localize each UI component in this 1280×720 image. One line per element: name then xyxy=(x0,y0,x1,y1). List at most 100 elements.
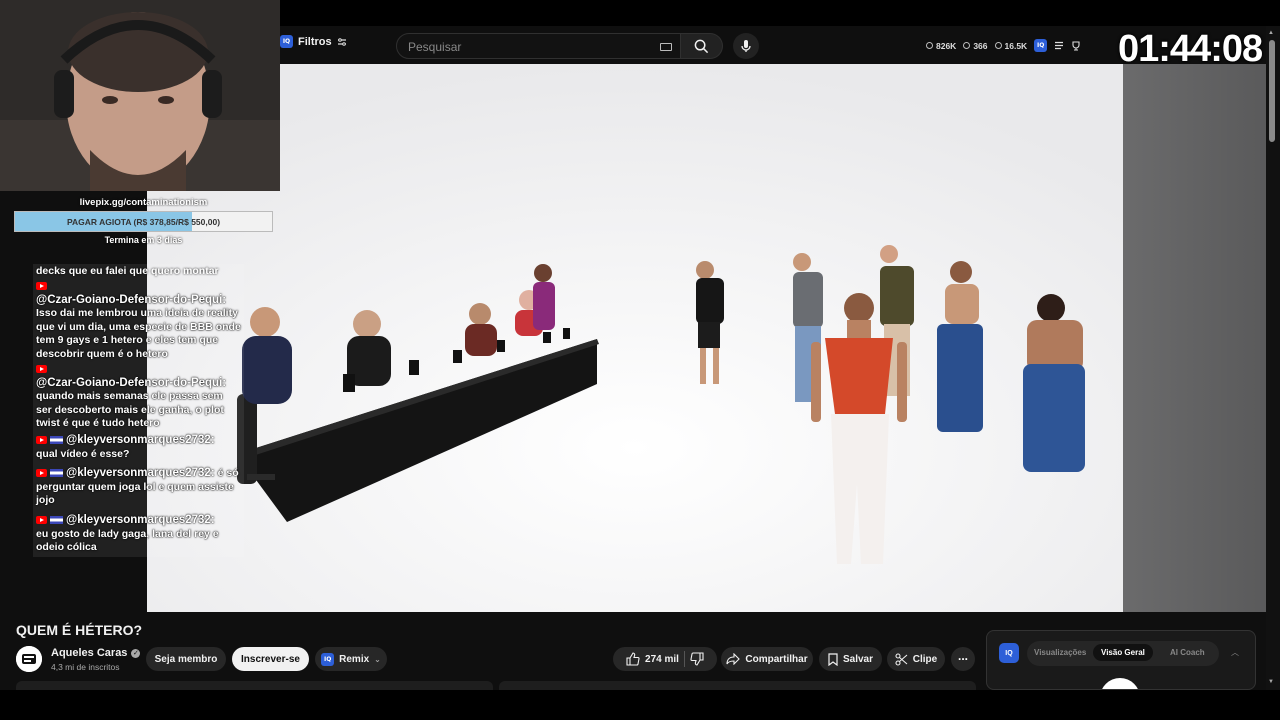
chat-username: @Czar-Goiano-Defensor-do-Pequi: xyxy=(36,376,227,389)
youtube-icon xyxy=(36,516,47,525)
chat-text: qual vídeo é esse? xyxy=(36,447,130,460)
channel-name[interactable]: Aqueles Caras ✓ xyxy=(51,647,141,659)
youtube-icon xyxy=(36,282,47,291)
dislike-button[interactable] xyxy=(690,652,704,666)
remix-label: Remix xyxy=(339,653,370,665)
like-count: 274 mil xyxy=(645,653,679,665)
search-icon xyxy=(694,39,709,53)
scrollbar-thumb[interactable] xyxy=(1269,40,1275,142)
chevron-up-icon[interactable]: ︿ xyxy=(1231,647,1239,658)
chat-username: @kleyversonmarques2732: xyxy=(66,514,215,526)
trophy-icon[interactable] xyxy=(1071,40,1081,51)
scroll-up-icon[interactable]: ▲ xyxy=(1268,30,1274,36)
join-button[interactable]: Seja membro xyxy=(146,647,226,671)
stat-other-value: 16.5K xyxy=(1004,40,1028,51)
filters-label: Filtros xyxy=(298,35,332,48)
stat-views-value: 826K xyxy=(936,40,957,51)
save-button[interactable]: Salvar xyxy=(819,647,882,671)
channel-logo-icon xyxy=(16,646,42,672)
menu-lines-icon[interactable] xyxy=(1054,41,1064,50)
donation-goal-text: PAGAR AGIOTA (R$ 378,85/R$ 550,00) xyxy=(66,217,221,227)
youtube-header: IQ Filtros Pesquisar 826K 366 16.5K IQ xyxy=(270,26,1266,64)
video-side-panel xyxy=(1123,64,1266,612)
verified-icon: ✓ xyxy=(131,648,141,658)
microphone-icon xyxy=(741,40,751,52)
iq-extension-icon[interactable]: IQ xyxy=(1034,39,1048,52)
filters-button[interactable]: IQ Filtros xyxy=(280,35,347,48)
chat-text: Isso dai me lembrou uma ideia de reality… xyxy=(36,307,241,360)
share-icon xyxy=(726,653,741,665)
youtube-icon xyxy=(36,469,47,478)
more-actions-button[interactable]: ... xyxy=(951,647,975,671)
clip-button[interactable]: Clipe xyxy=(887,647,945,671)
chat-text: quando mais semanas ele passa sem ser de… xyxy=(36,390,224,429)
flag-icon xyxy=(50,469,63,478)
chat-message: @kleyversonmarques2732: qual vídeo é ess… xyxy=(36,434,241,461)
video-player[interactable] xyxy=(147,64,1123,612)
remix-button[interactable]: IQ Remix ⌄ xyxy=(315,647,387,671)
channel-avatar[interactable] xyxy=(16,646,42,672)
like-divider xyxy=(683,651,685,667)
search-placeholder: Pesquisar xyxy=(408,40,462,54)
chat-text: eu gosto de lady gaga, lana del rey e od… xyxy=(36,527,219,554)
share-label: Compartilhar xyxy=(745,653,808,665)
youtube-icon xyxy=(36,436,47,445)
recommendation-card[interactable] xyxy=(16,681,493,690)
sliders-icon xyxy=(337,37,346,46)
keyboard-icon[interactable] xyxy=(660,43,672,51)
clock-icon xyxy=(926,42,933,49)
voice-search-button[interactable] xyxy=(733,33,759,59)
subscribe-button[interactable]: Inscrever-se xyxy=(232,647,309,671)
youtube-icon xyxy=(36,365,47,374)
iq-logo-icon: IQ xyxy=(280,35,293,48)
streamer-webcam xyxy=(0,0,280,191)
tab-visualizacoes[interactable]: Visualizações xyxy=(1034,648,1086,657)
flag-icon xyxy=(50,436,63,445)
thumbs-down-icon xyxy=(690,652,704,666)
channel-stats: 826K 366 16.5K IQ xyxy=(926,39,1081,52)
donation-ends-text: Termina em 3 dias xyxy=(104,235,183,245)
join-label: Seja membro xyxy=(154,653,218,665)
stat-views: 826K xyxy=(926,41,956,51)
donation-goal-bar: PAGAR AGIOTA (R$ 378,85/R$ 550,00) xyxy=(14,211,273,232)
chat-message: @Czar-Goiano-Defensor-do-Pequi: quando m… xyxy=(36,363,241,431)
recommendation-card[interactable] xyxy=(499,681,976,690)
stat-watching: 366 xyxy=(963,41,988,51)
share-button[interactable]: Compartilhar xyxy=(721,647,813,671)
video-frame xyxy=(147,64,1123,612)
chat-partial-message: decks que eu falei que quero montar xyxy=(36,265,219,277)
iq-panel-logo-icon: IQ xyxy=(999,643,1019,663)
chat-message: @kleyversonmarques2732: eu gosto de lady… xyxy=(36,514,241,555)
bottom-strip xyxy=(0,690,1280,720)
eye-icon xyxy=(963,42,971,49)
chevron-down-icon: ⌄ xyxy=(374,654,381,664)
panel-tabs: Visualizações Visão Geral AI Coach xyxy=(1027,641,1219,666)
channel-name-text: Aqueles Caras xyxy=(51,647,128,659)
chat-username: @Czar-Goiano-Defensor-do-Pequi: xyxy=(36,293,227,306)
clip-label: Clipe xyxy=(912,653,938,665)
more-icon: ... xyxy=(957,649,968,663)
stream-timer: 01:44:08 xyxy=(1118,28,1263,70)
panel-avatar xyxy=(1100,678,1140,689)
subscribe-label: Inscrever-se xyxy=(241,653,300,665)
scissors-icon xyxy=(895,652,908,666)
flag-icon xyxy=(50,516,63,525)
like-button[interactable]: 274 mil xyxy=(626,652,679,666)
like-dislike-group: 274 mil xyxy=(613,647,717,671)
tab-visao-geral[interactable]: Visão Geral xyxy=(1093,644,1153,661)
search-button[interactable] xyxy=(681,33,723,59)
search-input[interactable]: Pesquisar xyxy=(396,33,681,59)
chat-username: @kleyversonmarques2732: xyxy=(66,467,215,479)
tab-ai-coach[interactable]: AI Coach xyxy=(1170,648,1205,657)
iq-analytics-panel: IQ Visualizações Visão Geral AI Coach ︿ xyxy=(986,630,1256,690)
globe-icon xyxy=(994,42,1002,49)
bookmark-icon xyxy=(828,652,838,666)
webcam-image xyxy=(0,0,280,191)
subscriber-count: 4,3 mi de inscritos xyxy=(51,662,120,672)
video-title: QUEM É HÉTERO? xyxy=(16,622,143,638)
chat-overlay: decks que eu falei que quero montar @Cza… xyxy=(33,264,244,557)
screen: IQ Filtros Pesquisar 826K 366 16.5K IQ l… xyxy=(0,0,1280,720)
scroll-down-icon[interactable]: ▼ xyxy=(1268,679,1274,685)
save-label: Salvar xyxy=(842,653,874,665)
thumbs-up-icon xyxy=(626,652,640,666)
